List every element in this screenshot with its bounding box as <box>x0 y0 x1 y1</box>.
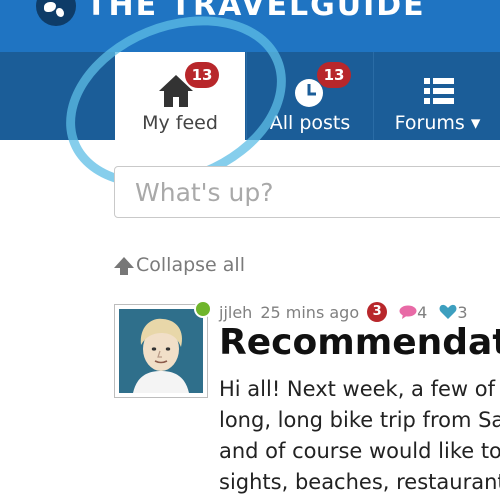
comment-count-value: 4 <box>417 302 428 322</box>
list-icon <box>424 78 454 104</box>
globe-icon[interactable] <box>36 0 76 26</box>
tab-all-posts-label: All posts <box>269 112 351 134</box>
post-meta: jjleh 25 mins ago 3 4 3 <box>219 302 468 322</box>
chevron-down-icon: ▾ <box>470 112 481 134</box>
status-input[interactable] <box>115 167 500 217</box>
post-time: 25 mins ago <box>260 302 360 322</box>
main-nav: 13 My feed 13 All posts Forums ▾ <box>0 52 500 140</box>
collapse-all-label: Collapse all <box>136 254 245 276</box>
tab-forums-label: Forums <box>394 112 465 134</box>
like-count[interactable]: 3 <box>439 302 468 322</box>
arrow-up-icon <box>114 256 134 275</box>
post-body-line: long, long bike trip from Sa <box>219 408 500 432</box>
post-body-line: Hi all! Next week, a few of m <box>219 377 500 401</box>
heart-icon <box>439 304 457 319</box>
all-posts-badge: 13 <box>317 62 351 88</box>
notification-badge: 3 <box>367 302 388 322</box>
post-title[interactable]: Recommendatio <box>219 322 500 363</box>
tab-my-feed-label: My feed <box>142 112 218 134</box>
post-body-line: sights, beaches, restaurants <box>219 470 500 494</box>
post-body-line: and of course would like to <box>219 439 500 463</box>
brand-name[interactable]: THE TRAVELGUIDE <box>86 0 426 23</box>
app-page: THE TRAVELGUIDE 13 My feed 13 All posts <box>0 0 500 500</box>
comment-icon <box>399 305 417 319</box>
post-author[interactable]: jjleh <box>219 303 252 322</box>
avatar[interactable] <box>114 304 208 398</box>
brand-bar: THE TRAVELGUIDE <box>0 0 500 52</box>
tab-my-feed[interactable]: 13 My feed <box>115 52 245 140</box>
online-status-dot <box>194 300 212 318</box>
comment-count[interactable]: 4 <box>399 303 427 322</box>
like-count-value: 3 <box>457 302 468 322</box>
status-box <box>114 166 500 218</box>
my-feed-badge: 13 <box>185 62 219 88</box>
avatar-portrait <box>119 309 203 393</box>
tab-forums[interactable]: Forums ▾ <box>375 52 500 140</box>
tab-all-posts[interactable]: 13 All posts <box>246 52 374 140</box>
collapse-all-button[interactable]: Collapse all <box>114 254 245 276</box>
post-body: Hi all! Next week, a few of m long, long… <box>219 374 500 498</box>
